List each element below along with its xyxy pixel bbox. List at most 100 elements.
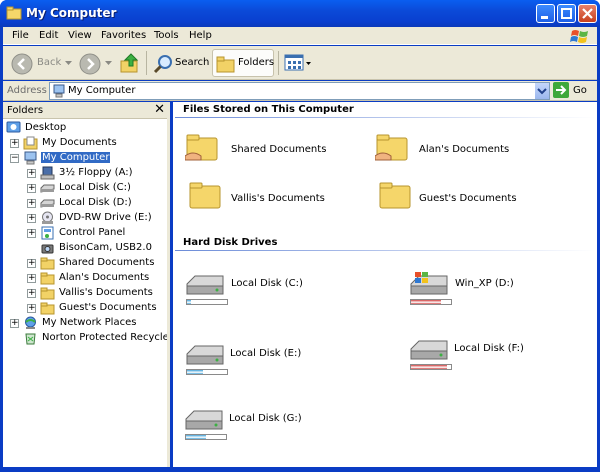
folders-button[interactable]: Folders: [212, 49, 274, 77]
drive-local-disk-g[interactable]: Local Disk (G:): [184, 407, 354, 451]
address-field[interactable]: My Computer: [49, 82, 550, 100]
menu-edit[interactable]: Edit: [39, 30, 58, 41]
network-places-icon: [25, 316, 36, 329]
hard-disk-icon: [40, 184, 55, 193]
menu-view[interactable]: View: [68, 30, 92, 41]
drive-usage-bar: [186, 299, 228, 305]
tree-label: My Computer: [41, 152, 111, 163]
files-group-heading: Files Stored on This Computer: [183, 104, 354, 115]
tree-label: Vallis's Documents: [59, 287, 153, 298]
menu-file[interactable]: File: [12, 30, 29, 41]
tree-label: BisonCam, USB2.0: [59, 242, 152, 253]
expand-toggle[interactable]: +: [27, 229, 36, 238]
up-folder-button[interactable]: [119, 52, 141, 74]
close-button[interactable]: [578, 4, 597, 23]
expand-toggle[interactable]: +: [10, 319, 19, 328]
menu-bar: File Edit View Favorites Tools Help: [3, 27, 597, 45]
menu-help[interactable]: Help: [189, 30, 212, 41]
expand-toggle[interactable]: +: [27, 214, 36, 223]
close-pane-button[interactable]: ✕: [154, 102, 165, 117]
tree-label: Desktop: [25, 122, 67, 133]
tree-item-local-disk-d[interactable]: + Local Disk (D:): [5, 196, 165, 211]
toolbar-separator: [278, 51, 279, 75]
drive-label: Local Disk (C:): [231, 278, 303, 289]
address-dropdown[interactable]: [534, 83, 549, 99]
drive-usage-fill: [187, 300, 191, 304]
back-button[interactable]: Back: [9, 49, 63, 77]
tree-item-dvd-drive[interactable]: + DVD-RW Drive (E:): [5, 211, 165, 226]
forward-dropdown-icon[interactable]: [105, 61, 112, 66]
minimize-button[interactable]: [536, 4, 555, 23]
folder-icon: [40, 287, 55, 300]
toolbar: Back Search Folders: [3, 46, 597, 80]
item-shared-documents[interactable]: Shared Documents: [185, 130, 355, 174]
forward-button[interactable]: [79, 53, 101, 75]
drive-local-disk-e[interactable]: Local Disk (E:): [185, 342, 355, 386]
maximize-button[interactable]: [557, 4, 576, 23]
expand-toggle[interactable]: +: [10, 139, 19, 148]
menu-tools[interactable]: Tools: [154, 30, 179, 41]
explorer-window: My Computer File Edit View Favorites Too…: [0, 0, 600, 472]
tree-item-guests-documents[interactable]: + Guest's Documents: [5, 301, 165, 316]
go-button[interactable]: Go: [553, 82, 593, 100]
drive-usage-bar: [185, 434, 227, 440]
collapse-toggle[interactable]: −: [10, 154, 19, 163]
close-icon: [582, 8, 593, 19]
tree-item-bisoncam[interactable]: BisonCam, USB2.0: [5, 241, 165, 256]
tree-item-floppy[interactable]: + 3½ Floppy (A:): [5, 166, 165, 181]
window-frame-bottom: [0, 467, 600, 472]
expand-toggle[interactable]: +: [27, 184, 36, 193]
my-documents-icon: [23, 136, 38, 150]
expand-toggle[interactable]: +: [27, 199, 36, 208]
tree-item-my-documents[interactable]: + My Documents: [5, 136, 165, 151]
item-guests-documents[interactable]: Guest's Documents: [375, 180, 545, 224]
menu-favorites[interactable]: Favorites: [101, 30, 146, 41]
hard-disk-icon: [40, 199, 55, 208]
expand-toggle[interactable]: +: [27, 289, 36, 298]
tree-item-control-panel[interactable]: + Control Panel: [5, 226, 165, 241]
drive-local-disk-c[interactable]: Local Disk (C:): [185, 272, 355, 316]
expand-toggle[interactable]: +: [27, 169, 36, 178]
tree-label: Alan's Documents: [59, 272, 150, 283]
system-disk-icon: [410, 272, 448, 295]
minimize-icon: [541, 16, 548, 19]
drive-usage-fill: [186, 435, 206, 439]
tree-label: My Network Places: [42, 317, 137, 328]
toolbar-separator: [146, 51, 147, 75]
drive-usage-fill: [187, 370, 203, 374]
recycle-bin-icon: [25, 333, 36, 345]
views-button[interactable]: [284, 54, 312, 72]
tree-label: Local Disk (D:): [59, 197, 132, 208]
search-button[interactable]: Search: [150, 49, 209, 77]
drive-usage-bar: [410, 299, 452, 305]
tree-item-network-places[interactable]: + My Network Places: [5, 316, 165, 331]
go-arrow-icon: [553, 82, 569, 98]
drive-local-disk-f[interactable]: Local Disk (F:): [409, 337, 579, 381]
item-label: Guest's Documents: [419, 193, 517, 204]
tree-item-local-disk-c[interactable]: + Local Disk (C:): [5, 181, 165, 196]
tree-item-recycle-bin[interactable]: Norton Protected Recycle Bin: [5, 331, 169, 346]
tree-item-shared-documents[interactable]: + Shared Documents: [5, 256, 165, 271]
title-bar[interactable]: My Computer: [0, 0, 600, 27]
address-label: Address: [7, 85, 47, 96]
folders-icon: [216, 56, 235, 73]
item-alans-documents[interactable]: Alan's Documents: [375, 130, 545, 174]
tree-label: Norton Protected Recycle Bin: [42, 332, 169, 343]
tree-item-my-computer[interactable]: − My Computer: [5, 151, 165, 166]
tree-item-vallis-documents[interactable]: + Vallis's Documents: [5, 286, 165, 301]
expand-toggle[interactable]: +: [27, 274, 36, 283]
back-dropdown-icon[interactable]: [65, 61, 72, 66]
hard-disk-icon: [410, 340, 448, 360]
desktop-icon: [6, 121, 21, 133]
search-icon: [153, 55, 172, 74]
control-panel-icon: [41, 226, 54, 240]
tree-item-alans-documents[interactable]: + Alan's Documents: [5, 271, 165, 286]
tree-item-desktop[interactable]: Desktop: [5, 121, 165, 136]
item-vallis-documents[interactable]: Vallis's Documents: [185, 180, 355, 224]
tree-label: My Documents: [42, 137, 117, 148]
tree-label: Local Disk (C:): [59, 182, 131, 193]
expand-toggle[interactable]: +: [27, 259, 36, 268]
expand-toggle[interactable]: +: [27, 304, 36, 313]
drive-usage-bar: [186, 369, 228, 375]
drive-win-xp-d[interactable]: Win_XP (D:): [409, 272, 579, 316]
